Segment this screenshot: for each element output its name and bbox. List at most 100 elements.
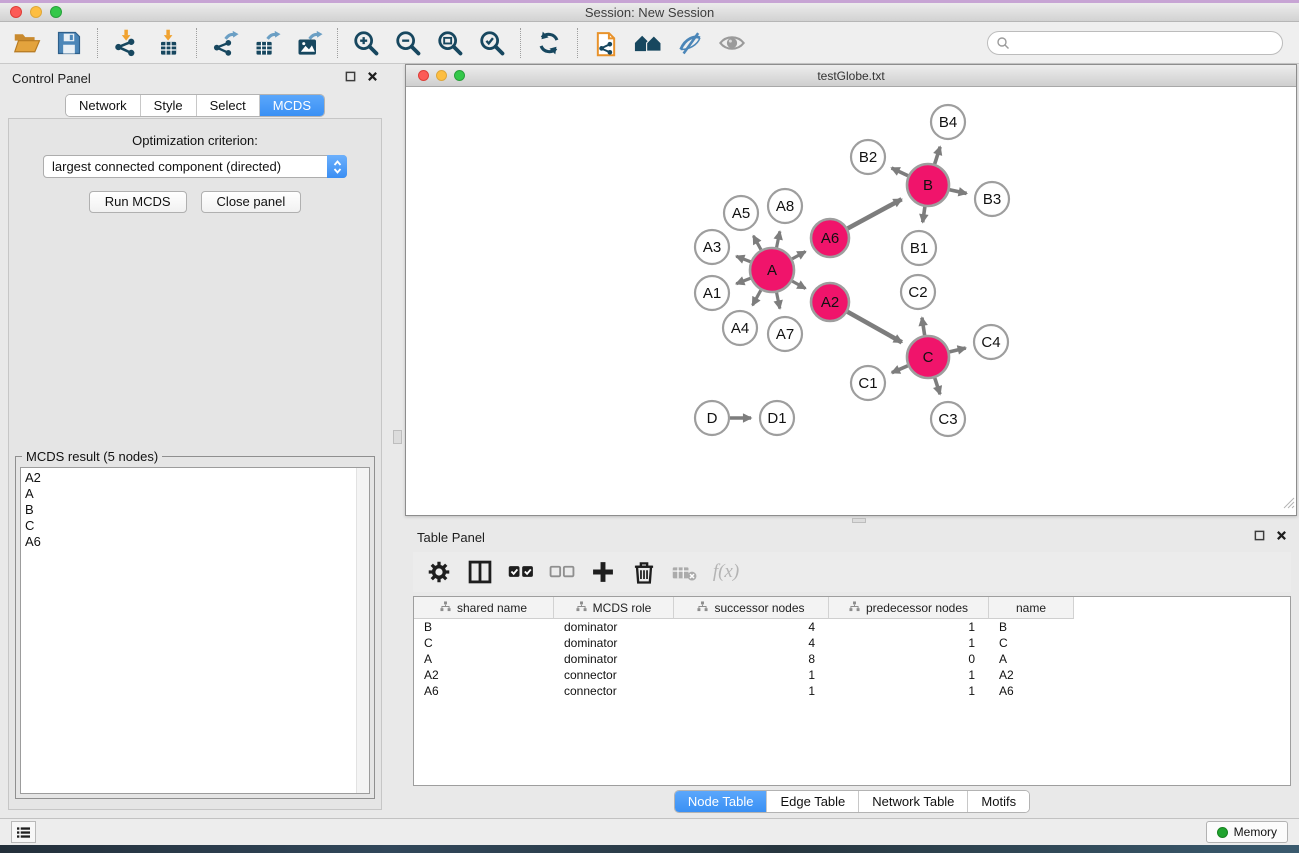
mcds-result-item[interactable]: B (21, 502, 369, 518)
mcds-result-item[interactable]: C (21, 518, 369, 534)
graph-node-B[interactable]: B (907, 164, 949, 206)
zoom-in-icon[interactable] (347, 26, 385, 60)
tab-edge-table[interactable]: Edge Table (766, 791, 858, 812)
deselect-all-icon[interactable] (548, 558, 576, 586)
zoom-selected-icon[interactable] (473, 26, 511, 60)
home-icon[interactable] (629, 26, 667, 60)
export-image-icon[interactable] (290, 26, 328, 60)
graph-edge-C-C1[interactable] (892, 366, 908, 373)
graph-edge-B-B2[interactable] (892, 168, 909, 176)
graph-node-A3[interactable]: A3 (695, 230, 729, 264)
tab-select[interactable]: Select (196, 95, 259, 116)
graph-node-B4[interactable]: B4 (931, 105, 965, 139)
zoom-button[interactable] (50, 6, 62, 18)
graph-edge-A-A7[interactable] (777, 293, 780, 309)
graph-node-A5[interactable]: A5 (724, 196, 758, 230)
graph-edge-B-B4[interactable] (935, 147, 940, 164)
tab-network-table[interactable]: Network Table (858, 791, 967, 812)
mcds-result-item[interactable]: A2 (21, 470, 369, 486)
minimize-button[interactable] (30, 6, 42, 18)
graph-node-C3[interactable]: C3 (931, 402, 965, 436)
graph-edge-A-A5[interactable] (753, 236, 761, 250)
graph-node-A2[interactable]: A2 (811, 283, 849, 321)
graph-node-D[interactable]: D (695, 401, 729, 435)
graph-node-C2[interactable]: C2 (901, 275, 935, 309)
table-row[interactable]: Adominator80A (414, 651, 1290, 667)
table-row[interactable]: Bdominator41B (414, 619, 1290, 635)
graph-edge-A-A6[interactable] (792, 252, 805, 259)
close-panel-icon[interactable] (367, 69, 378, 87)
graph-node-C[interactable]: C (907, 336, 949, 378)
import-table-icon[interactable] (149, 26, 187, 60)
graph-edge-A2-C[interactable] (847, 312, 901, 343)
tab-node-table[interactable]: Node Table (675, 791, 767, 812)
vertical-splitter[interactable] (390, 64, 405, 818)
graph-edge-A-A1[interactable] (736, 278, 750, 283)
import-network-icon[interactable] (107, 26, 145, 60)
criterion-select[interactable]: largest connected component (directed) (43, 155, 347, 178)
network-window-titlebar[interactable]: testGlobe.txt (406, 65, 1296, 87)
show-panels-button[interactable] (11, 821, 36, 843)
add-row-icon[interactable] (589, 558, 617, 586)
resize-grip-icon[interactable] (1281, 495, 1295, 514)
close-button[interactable] (418, 70, 429, 81)
column-header-shared-name[interactable]: shared name (414, 597, 554, 619)
table-row[interactable]: A2connector11A2 (414, 667, 1290, 683)
export-table-icon[interactable] (248, 26, 286, 60)
graph-node-B3[interactable]: B3 (975, 182, 1009, 216)
delete-row-icon[interactable] (630, 558, 658, 586)
float-panel-icon[interactable] (345, 69, 356, 87)
graph-edge-C-C2[interactable] (922, 318, 925, 336)
zoom-out-icon[interactable] (389, 26, 427, 60)
eye-icon[interactable] (713, 26, 751, 60)
open-file-icon[interactable] (8, 26, 46, 60)
table-row[interactable]: A6connector11A6 (414, 683, 1290, 699)
search-field[interactable] (987, 31, 1283, 55)
graph-node-B1[interactable]: B1 (902, 231, 936, 265)
scrollbar-track[interactable] (356, 468, 369, 793)
graph-node-A4[interactable]: A4 (723, 311, 757, 345)
close-button[interactable] (10, 6, 22, 18)
search-input[interactable] (1014, 36, 1274, 50)
close-panel-button[interactable]: Close panel (201, 191, 302, 213)
export-network-icon[interactable] (206, 26, 244, 60)
graph-edge-B-B3[interactable] (949, 190, 966, 194)
tab-mcds[interactable]: MCDS (259, 95, 324, 116)
memory-button[interactable]: Memory (1206, 821, 1288, 843)
tab-style[interactable]: Style (140, 95, 196, 116)
hide-details-icon[interactable] (671, 26, 709, 60)
refresh-layout-icon[interactable] (530, 26, 568, 60)
mcds-result-list[interactable]: A2ABCA6 (20, 467, 370, 794)
zoom-fit-icon[interactable] (431, 26, 469, 60)
graph-node-A[interactable]: A (750, 248, 794, 292)
mcds-result-item[interactable]: A6 (21, 534, 369, 550)
graph-node-A7[interactable]: A7 (768, 317, 802, 351)
column-header-mcds-role[interactable]: MCDS role (554, 597, 674, 619)
graph-edge-A-A3[interactable] (736, 256, 750, 261)
zoom-button[interactable] (454, 70, 465, 81)
minimize-button[interactable] (436, 70, 447, 81)
graph-node-A1[interactable]: A1 (695, 276, 729, 310)
graph-node-C4[interactable]: C4 (974, 325, 1008, 359)
network-annotation-icon[interactable] (587, 26, 625, 60)
graph-edge-A6-B[interactable] (848, 199, 902, 228)
run-mcds-button[interactable]: Run MCDS (89, 191, 187, 213)
graph-edge-A-A8[interactable] (777, 231, 780, 247)
table-row[interactable]: Cdominator41C (414, 635, 1290, 651)
save-session-icon[interactable] (50, 26, 88, 60)
graph-edge-A-A4[interactable] (753, 290, 761, 305)
float-panel-icon[interactable] (1254, 528, 1265, 546)
mcds-result-item[interactable]: A (21, 486, 369, 502)
graph-edge-A-A2[interactable] (792, 281, 805, 288)
select-all-icon[interactable] (507, 558, 535, 586)
column-header-name[interactable]: name (989, 597, 1074, 619)
graph-edge-C-C4[interactable] (949, 348, 965, 352)
splitter-grip[interactable] (393, 430, 402, 444)
graph-node-A6[interactable]: A6 (811, 219, 849, 257)
tab-network[interactable]: Network (66, 95, 140, 116)
splitter-grip[interactable] (852, 518, 866, 523)
settings-gear-icon[interactable] (425, 558, 453, 586)
graph-node-C1[interactable]: C1 (851, 366, 885, 400)
close-panel-icon[interactable] (1276, 528, 1287, 546)
graph-edge-C-C3[interactable] (935, 378, 940, 394)
